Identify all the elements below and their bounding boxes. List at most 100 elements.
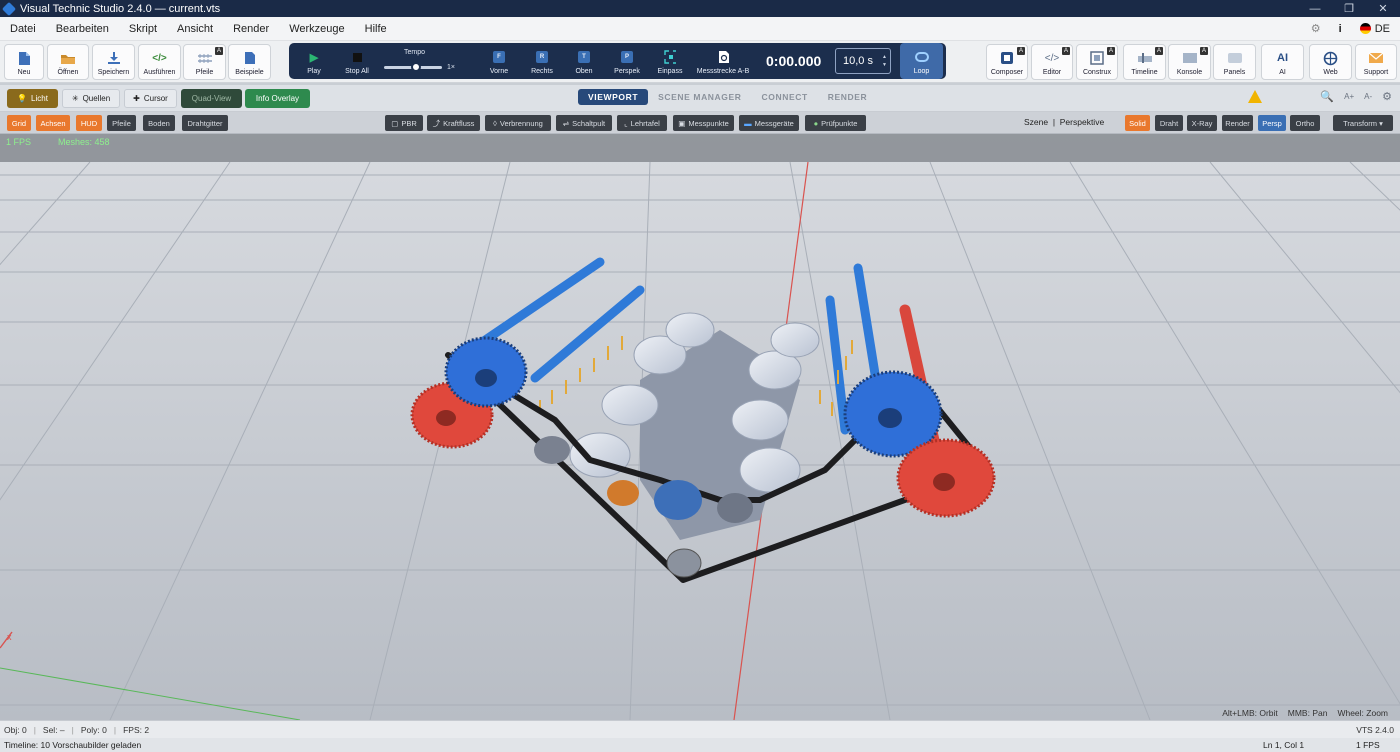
toggle-lehrtafel[interactable]: ⌞ Lehrtafel [617,115,667,131]
measure-ab-button[interactable]: Messstrecke A-B [695,43,751,79]
font-decrease-button[interactable]: A- [1364,92,1372,101]
perspective-label: Perspek [614,68,640,75]
arrows-button[interactable]: A Pfeile [183,44,226,80]
menu-render[interactable]: Render [223,23,279,35]
maximize-icon[interactable]: ❐ [1332,0,1366,17]
menu-werkzeuge[interactable]: Werkzeuge [279,23,354,35]
cursor-label: Cursor [143,94,168,103]
timeline-button[interactable]: A Timeline [1123,44,1166,80]
bottom-fps: 1 FPS [1356,740,1380,750]
message-bar: Timeline: 10 Vorschaubilder geladen Ln 1… [0,738,1400,752]
view-top-button[interactable]: T Oben [569,43,599,79]
info-overlay-button[interactable]: Info Overlay [245,89,310,108]
construx-button[interactable]: A Construx [1076,44,1118,80]
messgeraete-label: Messgeräte [754,118,794,128]
badge-a: A [1200,47,1208,55]
tab-connect[interactable]: CONNECT [752,89,818,105]
proj-ortho[interactable]: Ortho [1290,115,1320,131]
close-icon[interactable]: ✕ [1366,0,1400,17]
composer-button[interactable]: A Composer [986,44,1028,80]
view-right-button[interactable]: R Rechts [527,43,557,79]
play-button[interactable]: ▶ Play [295,43,333,79]
3d-viewport[interactable]: x [0,134,1400,720]
duration-value: 10,0 s [843,55,873,67]
measure-label: Messstrecke A-B [696,68,750,75]
tab-scene-manager[interactable]: SCENE MANAGER [648,89,751,105]
toggle-hud[interactable]: HUD [76,115,102,131]
tempo-slider[interactable]: Tempo 1× [382,45,460,75]
quad-view-button[interactable]: Quad-View [181,89,242,108]
perspective-mode-label: Perspektive [1059,117,1105,127]
toggle-grid[interactable]: Grid [7,115,31,131]
toggle-pbr[interactable]: ▢ PBR [385,115,423,131]
run-code-icon: </> [152,52,167,64]
ai-button[interactable]: AI AI [1261,44,1304,80]
menu-hilfe[interactable]: Hilfe [355,23,397,35]
settings-icon[interactable]: ⚙ [1382,90,1392,103]
console-button[interactable]: A Konsole [1168,44,1211,80]
toggle-wireframe[interactable]: Drahtgitter [182,115,228,131]
stop-all-button[interactable]: Stop All [339,43,375,79]
view-front-button[interactable]: F Vorne [484,43,514,79]
run-button[interactable]: </> Ausführen [138,44,181,80]
sources-button[interactable]: ✳ Quellen [62,89,120,108]
cursor-button[interactable]: ✚ Cursor [124,89,177,108]
console-label: Konsole [1176,69,1203,76]
composer-icon [999,50,1015,66]
mode-wire[interactable]: Draht [1155,115,1183,131]
proj-persp[interactable]: Persp [1258,115,1286,131]
toggle-messpunkte[interactable]: ▣ Messpunkte [673,115,734,131]
web-button[interactable]: Web [1309,44,1352,80]
tempo-knob[interactable] [410,62,421,72]
new-button[interactable]: Neu [4,44,44,80]
toggle-pruefpunkte[interactable]: ● Prüfpunkte [805,115,866,131]
toggle-arrows[interactable]: Pfeile [107,115,136,131]
minimize-icon[interactable]: — [1298,0,1332,17]
german-flag-icon [1359,23,1371,35]
toggle-verbrennung[interactable]: ◊ Verbrennung [485,115,551,131]
search-icon[interactable]: 🔍 [1320,90,1334,103]
settings-gear-icon[interactable]: ⚙ [1311,22,1321,35]
toggle-axes[interactable]: Achsen [36,115,70,131]
cursor-position: Ln 1, Col 1 [1263,740,1305,750]
menu-ansicht[interactable]: Ansicht [167,23,223,35]
examples-button[interactable]: Beispiele [228,44,271,80]
duration-input[interactable]: 10,0 s ▲ ▼ [835,48,891,74]
tab-viewport[interactable]: VIEWPORT [578,89,649,105]
language-selector[interactable]: DE [1359,23,1390,35]
loop-label: Loop [913,68,930,75]
toggle-floor[interactable]: Boden [143,115,175,131]
mode-solid[interactable]: Solid [1125,115,1150,131]
status-fps: FPS: 2 [123,724,150,735]
status-message: Timeline: 10 Vorschaubilder geladen [4,740,142,750]
transform-dropdown[interactable]: Transform ▾ [1333,115,1393,131]
light-button[interactable]: 💡 Licht [7,89,58,108]
menu-datei[interactable]: Datei [0,23,46,35]
window-title: Visual Technic Studio 2.4.0 — current.vt… [20,2,221,15]
warning-icon[interactable] [1248,90,1263,103]
toggle-schaltpult[interactable]: ⇌ Schaltpult [556,115,612,131]
info-button[interactable]: i [1339,23,1342,35]
mode-render[interactable]: Render [1222,115,1253,131]
menu-skript[interactable]: Skript [119,23,167,35]
spinner-arrows-icon[interactable]: ▲ ▼ [882,53,887,69]
save-icon [106,50,122,66]
editor-button[interactable]: A </> Editor [1031,44,1073,80]
menu-bearbeiten[interactable]: Bearbeiten [46,23,119,35]
open-button[interactable]: Öffnen [47,44,89,80]
stop-icon [351,51,363,63]
fit-view-button[interactable]: Einpass [652,43,688,79]
loop-button[interactable]: Loop [900,43,943,79]
scene-perspective-label: Szene | Perspektive [1024,117,1105,127]
view-perspective-button[interactable]: P Perspek [610,43,644,79]
panels-button[interactable]: Panels [1213,44,1256,80]
support-button[interactable]: Support [1355,44,1397,80]
toggle-messgeraete[interactable]: ▬ Messgeräte [739,115,799,131]
mode-xray[interactable]: X-Ray [1187,115,1217,131]
toggle-kraftfluss[interactable]: ⤴ Kraftfluss [427,115,480,131]
save-button[interactable]: Speichern [92,44,135,80]
tab-render[interactable]: RENDER [818,89,878,105]
left-blue-gear [444,336,528,408]
font-increase-button[interactable]: A+ [1344,92,1354,101]
perspective-view-icon: P [621,51,633,63]
